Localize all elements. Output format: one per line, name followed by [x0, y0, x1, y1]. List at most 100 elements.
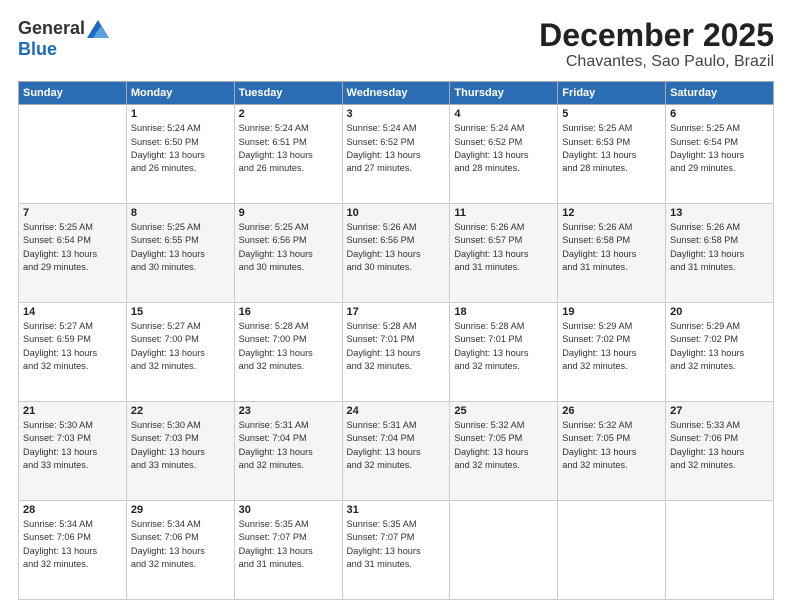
calendar-cell: 25Sunrise: 5:32 AM Sunset: 7:05 PM Dayli…	[450, 402, 558, 501]
calendar-cell: 22 Sunrise: 5:30 AM Sunset: 7:03 PM Dayli…	[126, 402, 234, 501]
day-info: Sunrise: 5:26 AM Sunset: 6:56 PM Dayligh…	[347, 221, 446, 274]
calendar-week-1: 1 Sunrise: 5:24 AM Sunset: 6:50 PM Daylig…	[19, 105, 774, 204]
day-header-saturday: Saturday	[666, 82, 774, 105]
day-number: 24	[347, 405, 446, 417]
day-header-thursday: Thursday	[450, 82, 558, 105]
day-number: 22	[131, 405, 230, 417]
day-number: 29	[131, 504, 230, 516]
day-number: 27	[670, 405, 769, 417]
calendar-week-2: 7Sunrise: 5:25 AM Sunset: 6:54 PM Daylig…	[19, 204, 774, 303]
month-title: December 2025	[539, 18, 774, 53]
day-number: 17	[347, 306, 446, 318]
day-info: Sunrise: 5:25 AM Sunset: 6:55 PM Dayligh…	[131, 221, 230, 274]
calendar-cell: 10 Sunrise: 5:26 AM Sunset: 6:56 PM Dayli…	[342, 204, 450, 303]
logo-icon	[87, 20, 109, 38]
day-header-sunday: Sunday	[19, 82, 127, 105]
calendar-cell: 26 Sunrise: 5:32 AM Sunset: 7:05 PM Dayli…	[558, 402, 666, 501]
day-info: Sunrise: 5:35 AM Sunset: 7:07 PM Dayligh…	[239, 518, 338, 571]
day-number: 19	[562, 306, 661, 318]
calendar-table: SundayMondayTuesdayWednesdayThursdayFrid…	[18, 81, 774, 600]
calendar-cell: 17Sunrise: 5:28 AM Sunset: 7:01 PM Dayli…	[342, 303, 450, 402]
calendar-cell: 28 Sunrise: 5:34 AM Sunset: 7:06 PM Dayli…	[19, 501, 127, 600]
calendar-header-row: SundayMondayTuesdayWednesdayThursdayFrid…	[19, 82, 774, 105]
day-info: Sunrise: 5:25 AM Sunset: 6:54 PM Dayligh…	[23, 221, 122, 274]
header: General Blue December 2025 Chavantes, Sa…	[18, 18, 774, 71]
day-info: Sunrise: 5:24 AM Sunset: 6:50 PM Dayligh…	[131, 122, 230, 175]
day-info: Sunrise: 5:26 AM Sunset: 6:58 PM Dayligh…	[670, 221, 769, 274]
day-number: 20	[670, 306, 769, 318]
day-info: Sunrise: 5:30 AM Sunset: 7:03 PM Dayligh…	[23, 419, 122, 472]
calendar-cell: 31Sunrise: 5:35 AM Sunset: 7:07 PM Dayli…	[342, 501, 450, 600]
logo-general-text: General	[18, 18, 85, 39]
calendar-cell	[19, 105, 127, 204]
day-info: Sunrise: 5:26 AM Sunset: 6:57 PM Dayligh…	[454, 221, 553, 274]
logo-blue-text: Blue	[18, 39, 57, 60]
calendar-cell: 19Sunrise: 5:29 AM Sunset: 7:02 PM Dayli…	[558, 303, 666, 402]
calendar-cell	[450, 501, 558, 600]
day-number: 6	[670, 108, 769, 120]
day-info: Sunrise: 5:25 AM Sunset: 6:54 PM Dayligh…	[670, 122, 769, 175]
day-info: Sunrise: 5:26 AM Sunset: 6:58 PM Dayligh…	[562, 221, 661, 274]
day-header-friday: Friday	[558, 82, 666, 105]
calendar-cell: 24 Sunrise: 5:31 AM Sunset: 7:04 PM Dayli…	[342, 402, 450, 501]
day-number: 5	[562, 108, 661, 120]
day-number: 14	[23, 306, 122, 318]
day-number: 9	[239, 207, 338, 219]
calendar-cell: 2Sunrise: 5:24 AM Sunset: 6:51 PM Daylig…	[234, 105, 342, 204]
day-number: 3	[347, 108, 446, 120]
day-number: 15	[131, 306, 230, 318]
day-info: Sunrise: 5:25 AM Sunset: 6:53 PM Dayligh…	[562, 122, 661, 175]
calendar-cell: 6 Sunrise: 5:25 AM Sunset: 6:54 PM Daylig…	[666, 105, 774, 204]
day-number: 18	[454, 306, 553, 318]
logo: General Blue	[18, 18, 109, 60]
day-header-wednesday: Wednesday	[342, 82, 450, 105]
day-info: Sunrise: 5:24 AM Sunset: 6:52 PM Dayligh…	[454, 122, 553, 175]
location-subtitle: Chavantes, Sao Paulo, Brazil	[539, 53, 774, 71]
calendar-cell	[558, 501, 666, 600]
day-info: Sunrise: 5:30 AM Sunset: 7:03 PM Dayligh…	[131, 419, 230, 472]
day-number: 25	[454, 405, 553, 417]
calendar-cell: 1 Sunrise: 5:24 AM Sunset: 6:50 PM Daylig…	[126, 105, 234, 204]
day-number: 11	[454, 207, 553, 219]
day-number: 10	[347, 207, 446, 219]
day-number: 4	[454, 108, 553, 120]
day-info: Sunrise: 5:25 AM Sunset: 6:56 PM Dayligh…	[239, 221, 338, 274]
calendar-cell: 13 Sunrise: 5:26 AM Sunset: 6:58 PM Dayli…	[666, 204, 774, 303]
day-number: 30	[239, 504, 338, 516]
calendar-cell: 27 Sunrise: 5:33 AM Sunset: 7:06 PM Dayli…	[666, 402, 774, 501]
day-info: Sunrise: 5:34 AM Sunset: 7:06 PM Dayligh…	[131, 518, 230, 571]
calendar-cell: 18Sunrise: 5:28 AM Sunset: 7:01 PM Dayli…	[450, 303, 558, 402]
day-info: Sunrise: 5:28 AM Sunset: 7:00 PM Dayligh…	[239, 320, 338, 373]
day-info: Sunrise: 5:32 AM Sunset: 7:05 PM Dayligh…	[562, 419, 661, 472]
calendar-cell: 3 Sunrise: 5:24 AM Sunset: 6:52 PM Daylig…	[342, 105, 450, 204]
calendar-cell: 23Sunrise: 5:31 AM Sunset: 7:04 PM Dayli…	[234, 402, 342, 501]
calendar-cell: 4 Sunrise: 5:24 AM Sunset: 6:52 PM Daylig…	[450, 105, 558, 204]
day-number: 26	[562, 405, 661, 417]
day-number: 16	[239, 306, 338, 318]
day-number: 28	[23, 504, 122, 516]
title-block: December 2025 Chavantes, Sao Paulo, Braz…	[539, 18, 774, 71]
day-header-monday: Monday	[126, 82, 234, 105]
calendar-cell: 21Sunrise: 5:30 AM Sunset: 7:03 PM Dayli…	[19, 402, 127, 501]
day-info: Sunrise: 5:31 AM Sunset: 7:04 PM Dayligh…	[239, 419, 338, 472]
calendar-cell: 12 Sunrise: 5:26 AM Sunset: 6:58 PM Dayli…	[558, 204, 666, 303]
day-info: Sunrise: 5:29 AM Sunset: 7:02 PM Dayligh…	[670, 320, 769, 373]
day-info: Sunrise: 5:34 AM Sunset: 7:06 PM Dayligh…	[23, 518, 122, 571]
day-number: 2	[239, 108, 338, 120]
day-number: 12	[562, 207, 661, 219]
day-header-tuesday: Tuesday	[234, 82, 342, 105]
day-info: Sunrise: 5:27 AM Sunset: 6:59 PM Dayligh…	[23, 320, 122, 373]
calendar-cell: 30 Sunrise: 5:35 AM Sunset: 7:07 PM Dayli…	[234, 501, 342, 600]
day-info: Sunrise: 5:33 AM Sunset: 7:06 PM Dayligh…	[670, 419, 769, 472]
calendar-page: General Blue December 2025 Chavantes, Sa…	[0, 0, 792, 612]
day-number: 8	[131, 207, 230, 219]
day-info: Sunrise: 5:24 AM Sunset: 6:52 PM Dayligh…	[347, 122, 446, 175]
day-info: Sunrise: 5:31 AM Sunset: 7:04 PM Dayligh…	[347, 419, 446, 472]
calendar-cell: 14 Sunrise: 5:27 AM Sunset: 6:59 PM Dayli…	[19, 303, 127, 402]
day-number: 1	[131, 108, 230, 120]
calendar-cell: 15Sunrise: 5:27 AM Sunset: 7:00 PM Dayli…	[126, 303, 234, 402]
day-number: 31	[347, 504, 446, 516]
calendar-cell: 11 Sunrise: 5:26 AM Sunset: 6:57 PM Dayli…	[450, 204, 558, 303]
calendar-cell: 16 Sunrise: 5:28 AM Sunset: 7:00 PM Dayli…	[234, 303, 342, 402]
day-number: 13	[670, 207, 769, 219]
